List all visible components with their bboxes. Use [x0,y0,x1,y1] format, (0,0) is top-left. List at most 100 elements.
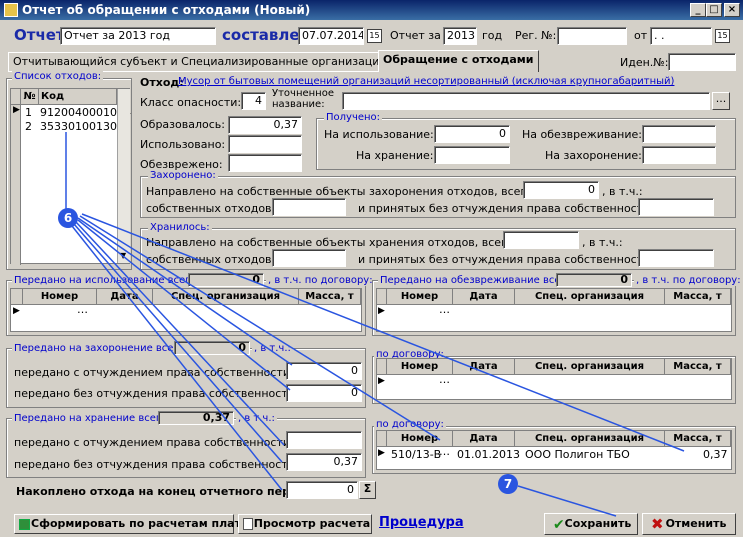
window-title: Отчет об обращении с отходами (Новый) [22,3,311,17]
reg-number-field[interactable] [557,27,627,45]
ellipsis-button[interactable]: … [439,373,450,386]
col-date-header: Дата [453,289,515,305]
storage-with-field[interactable] [286,431,362,449]
buried-accepted-label: и принятых без отчуждения права собствен… [358,202,654,215]
received-burial-field[interactable] [642,146,716,164]
transfer-use-total: 0 [188,273,264,287]
cancel-button[interactable]: ✖ Отменить [642,513,736,535]
received-storage-field[interactable] [434,146,510,164]
hazard-class-field[interactable]: 4 [241,92,266,110]
formed-label: Образовалось: [140,118,225,131]
more-button[interactable]: ... [712,92,730,110]
row-pointer-icon: ▶ [13,306,20,316]
ellipsis-button[interactable]: … [439,303,450,316]
storage-without-field[interactable]: 0,37 [286,453,362,471]
row-pointer-icon: ▶ [378,376,385,386]
storage-without-label: передано без отчуждения права собственно… [14,458,299,471]
ellipsis-button[interactable]: … [439,445,450,458]
transfer-use-grid[interactable]: Номер Дата Спец. организация Масса, т ▶ … [10,288,362,332]
save-button-label: Сохранить [564,517,632,530]
procedure-link[interactable]: Процедура [379,515,464,530]
save-button[interactable]: ✔ Сохранить [544,513,638,535]
waste-list-label: Список отходов: [12,71,104,82]
from-label: от [634,29,648,42]
col-mass-header: Масса, т [299,289,361,305]
close-button[interactable]: × [724,3,740,17]
report-name-field[interactable]: Отчет за 2013 год [60,27,216,45]
reg-label: Рег. №: [515,29,557,42]
compiled-label: составлен [222,26,310,44]
received-neut-label: На обезвреживание: [522,128,642,141]
formed-field[interactable]: 0,37 [228,116,302,134]
generate-from-calc-button[interactable]: Сформировать по расчетам платы [14,514,251,534]
received-neut-field[interactable] [642,125,716,143]
cancel-button-label: Отменить [665,517,727,530]
transfer-use-contract-label: , в т.ч. по договору: [266,275,375,286]
year-field[interactable]: 2013 [443,27,477,45]
view-calc-label: Просмотр расчета [253,517,371,530]
transfer-use-label: Передано на использование всего [12,275,199,286]
from-date-field[interactable]: . . [650,27,712,45]
received-use-label: На использование: [324,128,434,141]
ellipsis-button[interactable]: … [77,303,88,316]
id-number-field[interactable] [668,53,736,71]
col-org-header: Спец. организация [515,359,665,375]
contract-date-cell[interactable]: 01.01.2013 [457,448,520,461]
buried-incl-label: , в т.ч.: [602,185,643,198]
contract-number-cell[interactable]: 510/13-В [391,448,441,461]
received-storage-label: На хранение: [356,149,434,162]
received-use-field[interactable]: 0 [434,125,510,143]
received-burial-label: На захоронение: [545,149,642,162]
waste-name-link[interactable]: Мусор от бытовых помещений организаций н… [178,76,674,87]
document-icon [243,518,253,530]
burial-without-label: передано без отчуждения права собственно… [14,387,299,400]
burial-without-field[interactable]: 0 [286,384,362,402]
calendar-icon[interactable]: 15 [715,29,730,43]
transfer-storage-total: 0,37 [158,411,234,425]
stored-sent-field[interactable] [503,231,579,249]
year-suffix: год [482,29,503,42]
transfer-storage-grid[interactable]: Номер Дата Спец. организация Масса, т ▶ … [376,430,732,470]
transfer-neut-contract-label: , в т.ч. по договору: [634,275,743,286]
refined-name-label: Уточненное название: [272,88,334,110]
buried-sent-field[interactable]: 0 [523,181,599,199]
used-field[interactable] [228,135,302,153]
minimize-button[interactable]: _ [690,3,706,17]
maximize-button[interactable]: □ [706,3,722,17]
view-calc-button[interactable]: Просмотр расчета [238,514,372,534]
stored-accepted-label: и принятых без отчуждения права собствен… [358,253,654,266]
transfer-burial-grid[interactable]: Номер Дата Спец. организация Масса, т ▶ … [376,358,732,400]
transfer-neut-grid[interactable]: Номер Дата Спец. организация Масса, т ▶ … [376,288,732,332]
tab-waste-handling[interactable]: Обращение с отходами [378,50,539,72]
buried-accepted-field[interactable] [638,198,714,216]
buried-own-field[interactable] [272,198,346,216]
scroll-down-icon[interactable]: ▼ [120,251,126,260]
refined-name-field[interactable] [342,92,710,110]
col-date-header: Дата [453,359,515,375]
list-scrollbar[interactable]: ▼ [117,89,130,263]
report-label: Отчет [14,26,65,44]
sum-button[interactable]: Σ [359,481,376,499]
row-pointer-icon: ▶ [378,306,385,316]
col-num-header: № [21,89,39,105]
period-label: Отчет за [390,29,441,42]
row-pointer-icon: ▶ [13,105,20,115]
contract-mass-cell[interactable]: 0,37 [703,448,728,461]
calendar-icon[interactable]: 15 [367,29,382,43]
compiled-date-field[interactable]: 07.07.2014 [298,27,364,45]
stored-accepted-field[interactable] [638,249,714,267]
transfer-storage-label: Передано на хранение всего [12,413,170,424]
contract-org-cell[interactable]: ООО Полигон ТБО [525,448,630,461]
id-label: Иден.№: [620,56,669,69]
tab-subject[interactable]: Отчитывающийся субъект и Специализирован… [8,52,392,72]
stored-own-label: собственных отходов: [146,253,276,266]
transfer-burial-incl: , в т.ч.: [252,343,293,354]
burial-with-field[interactable]: 0 [286,362,362,380]
col-mass-header: Масса, т [665,359,731,375]
buried-group-label: Захоронено: [148,170,218,181]
stored-own-field[interactable] [272,249,346,267]
neutralized-field[interactable] [228,154,302,172]
storage-contract-label: по договору: [374,419,446,430]
accumulated-field[interactable]: 0 [286,481,358,499]
waste-list-grid[interactable]: № Код ▶ 1 9120040001004 2 3533010013011 … [10,88,131,265]
